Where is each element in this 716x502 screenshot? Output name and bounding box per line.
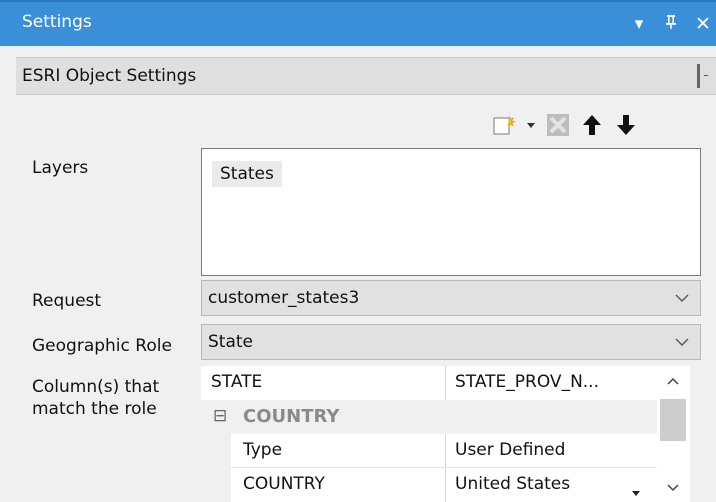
columns-label: Column(s) that match the role xyxy=(32,376,159,420)
request-select-value: customer_states3 xyxy=(208,288,360,308)
scroll-up-icon[interactable] xyxy=(666,376,680,386)
columns-label-line1: Column(s) that xyxy=(32,377,160,397)
grid-row-name: COUNTRY xyxy=(243,474,325,494)
columns-label-line2: match the role xyxy=(32,399,157,419)
chevron-down-icon xyxy=(675,338,689,346)
move-up-icon[interactable] xyxy=(575,109,609,141)
panel-title: Settings xyxy=(22,12,92,32)
grid-row-name: Type xyxy=(243,440,283,460)
layers-toolbar xyxy=(487,107,643,143)
grid-divider xyxy=(445,366,446,400)
grid-header-left: STATE xyxy=(211,372,263,392)
collapse-icon[interactable]: ⊟ xyxy=(213,406,227,426)
scrollbar-thumb[interactable] xyxy=(660,399,686,441)
scroll-down-icon[interactable] xyxy=(666,483,680,493)
new-layer-icon[interactable] xyxy=(487,109,521,141)
titlebar-controls: ▾ ✕ xyxy=(630,10,712,38)
grid-row-value[interactable]: United States xyxy=(455,474,570,494)
list-item[interactable]: States xyxy=(212,161,282,187)
value-dropdown-icon[interactable] xyxy=(631,482,641,501)
new-layer-dropdown-icon[interactable] xyxy=(521,109,541,141)
layers-list[interactable]: States xyxy=(201,148,701,276)
grid-scrollbar[interactable] xyxy=(657,366,690,502)
role-columns-grid[interactable]: STATE STATE_PROV_N... ⊟ COUNTRY Type Use… xyxy=(201,366,690,502)
grid-row-value[interactable]: User Defined xyxy=(455,440,565,460)
settings-header: ESRI Object Settings xyxy=(16,57,716,95)
chevron-down-icon xyxy=(675,294,689,302)
grid-header-right: STATE_PROV_N... xyxy=(455,372,599,392)
row-separator xyxy=(231,467,657,468)
geo-role-select[interactable]: State xyxy=(201,324,701,360)
header-tick xyxy=(704,75,708,76)
group-indent xyxy=(201,434,231,502)
geo-role-label: Geographic Role xyxy=(32,336,172,356)
panel-titlebar: Settings ▾ ✕ xyxy=(0,0,716,46)
dropdown-arrow-icon[interactable]: ▾ xyxy=(630,14,648,34)
request-label: Request xyxy=(32,291,102,311)
move-down-icon[interactable] xyxy=(609,109,643,141)
geo-role-select-value: State xyxy=(208,332,253,352)
request-select[interactable]: customer_states3 xyxy=(201,280,701,316)
layers-label: Layers xyxy=(32,158,89,178)
close-icon[interactable]: ✕ xyxy=(694,13,712,35)
header-splitter[interactable] xyxy=(697,64,700,88)
group-label: COUNTRY xyxy=(243,406,340,427)
delete-icon[interactable] xyxy=(541,109,575,141)
grid-divider xyxy=(445,434,446,502)
pin-icon[interactable] xyxy=(662,14,680,35)
settings-header-title: ESRI Object Settings xyxy=(22,66,197,86)
